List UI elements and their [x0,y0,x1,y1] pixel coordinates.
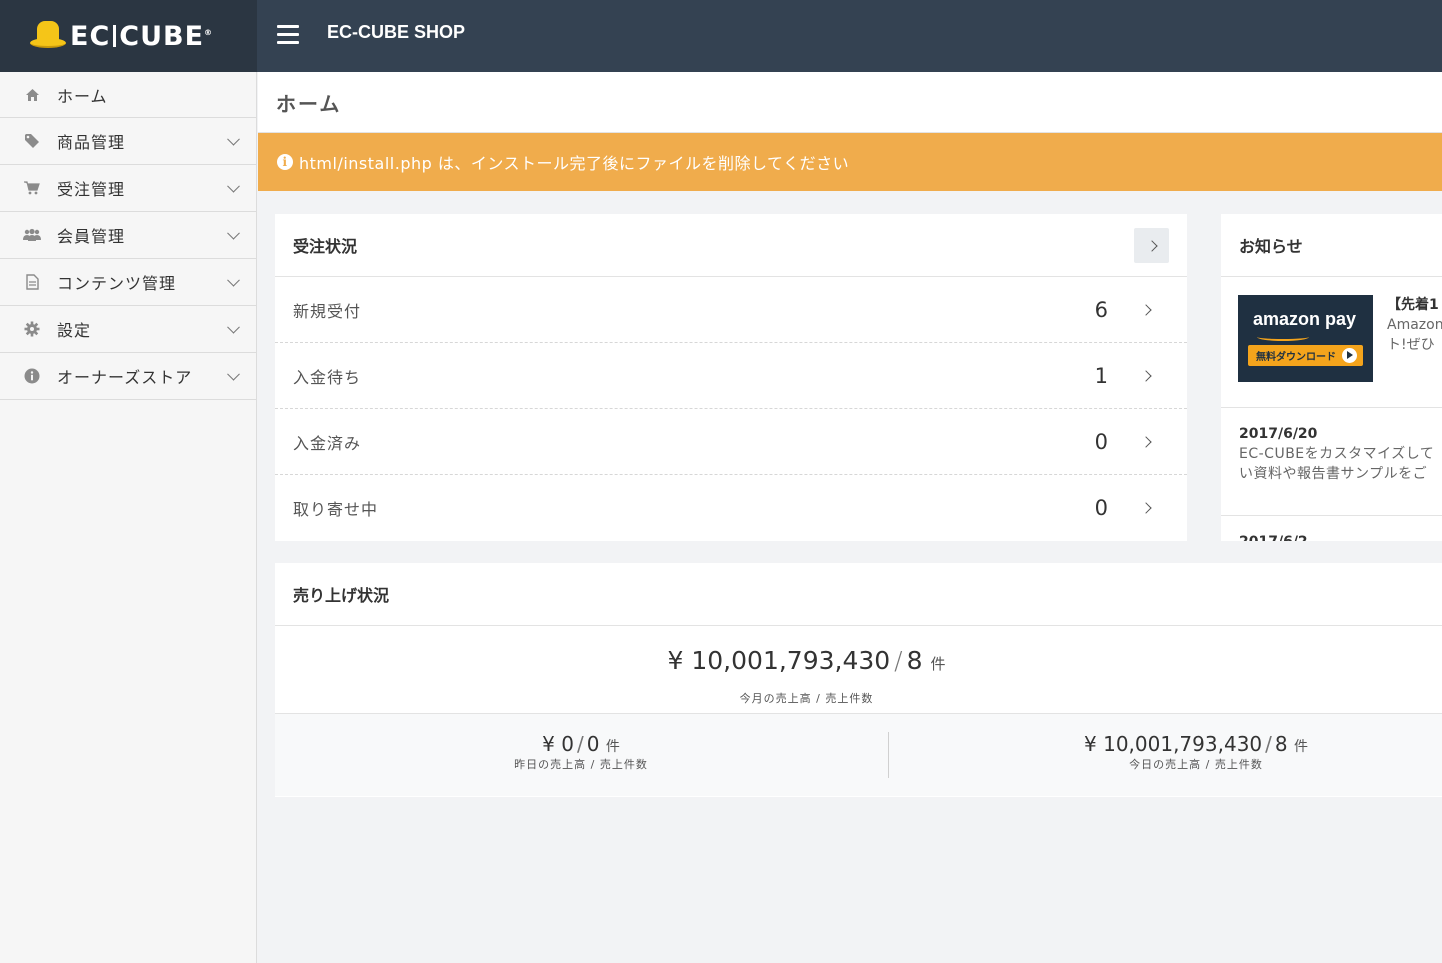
info-icon: i [277,154,293,170]
order-count: 6 [1094,297,1108,322]
amazon-smile-icon [1257,333,1309,341]
chevron-down-icon [227,273,240,287]
logo[interactable]: EC CUBE® [0,0,257,72]
order-status-header: 受注状況 [275,214,1187,277]
gear-icon [23,320,41,338]
chevron-right-icon [1140,502,1152,514]
page-title: ホーム [276,91,342,116]
info-icon [23,367,41,385]
home-icon [23,86,41,104]
logo-hat-icon [30,21,66,51]
cart-icon [23,179,41,197]
users-icon [23,226,41,244]
card-title: お知らせ [1239,237,1303,256]
order-count: 1 [1094,363,1108,388]
chevron-down-icon [227,226,240,240]
file-icon [23,273,41,291]
top-bar: EC CUBE® EC-CUBE SHOP [0,0,1442,72]
order-row-awaiting-payment[interactable]: 入金待ち 1 [275,343,1187,409]
chevron-down-icon [227,367,240,381]
news-card: お知らせ amazon pay 無料ダウンロード 【先着1 Amazon ト!ぜ… [1221,214,1442,541]
news-date: 2017/6/20 [1239,426,1318,442]
news-body: EC-CUBEをカスタマイズして [1239,446,1435,462]
news-banner-text[interactable]: 【先着1 Amazon ト!ぜひ [1387,295,1442,355]
alert-text: html/install.php は、インストール完了後にファイルを削除してくだ… [299,154,850,173]
order-status-card: 受注状況 新規受付 6 入金待ち 1 入金済み 0 取り寄せ中 0 [275,214,1187,541]
sales-today: ¥ 10,001,793,430/8 件 今日の売上高 / 売上件数 [1055,732,1337,772]
order-count: 0 [1094,496,1108,520]
yesterday-sales-label: 昨日の売上高 / 売上件数 [514,758,648,771]
card-title: 受注状況 [293,237,358,256]
yesterday-sales-amount: ¥ 0/0 件 [542,732,620,756]
news-banner[interactable]: amazon pay 無料ダウンロード 【先着1 Amazon ト!ぜひ [1221,277,1442,408]
sidebar-item-settings[interactable]: 設定 [0,306,256,353]
sidebar-item-products[interactable]: 商品管理 [0,118,256,165]
sidebar-item-label: 設定 [57,321,92,340]
tag-icon [23,132,41,150]
order-row-paid[interactable]: 入金済み 0 [275,409,1187,475]
sidebar-item-label: 受注管理 [57,180,126,199]
order-count: 0 [1094,429,1108,454]
sidebar: ホーム 商品管理 受注管理 会員管理 コンテンツ管理 設定 オーナーズストア [0,72,257,963]
sales-yesterday: ¥ 0/0 件 昨日の売上高 / 売上件数 [475,732,687,772]
news-item-date[interactable]: 2017/6/2 [1221,516,1442,541]
month-sales-label: 今月の売上高 / 売上件数 [739,692,874,705]
chevron-right-icon [1145,239,1158,252]
card-title: 売り上げ状況 [293,586,390,605]
chevron-down-icon [227,179,240,193]
order-status-label: 入金済み [293,433,362,453]
news-body: い資料や報告書サンプルをご [1239,466,1428,482]
chevron-right-icon [1140,436,1152,448]
order-row-new[interactable]: 新規受付 6 [275,277,1187,343]
sales-month: ¥ 10,001,793,430/8 件 今月の売上高 / 売上件数 [275,626,1442,714]
order-status-label: 入金待ち [293,367,362,387]
sidebar-item-contents[interactable]: コンテンツ管理 [0,259,256,306]
chevron-right-icon [1140,304,1152,316]
sales-daily: ¥ 0/0 件 昨日の売上高 / 売上件数 ¥ 10,001,793,430/8… [275,714,1442,796]
today-sales-label: 今日の売上高 / 売上件数 [1129,758,1263,771]
order-status-label: 新規受付 [293,301,362,321]
divider [888,732,889,778]
sidebar-item-members[interactable]: 会員管理 [0,212,256,259]
sidebar-item-label: ホーム [57,86,108,106]
install-warning-alert: i html/install.php は、インストール完了後にファイルを削除して… [258,133,1442,191]
order-status-more-button[interactable] [1134,228,1169,263]
chevron-right-icon [1140,370,1152,382]
amazon-pay-banner-image[interactable]: amazon pay 無料ダウンロード [1238,295,1373,382]
chevron-down-icon [227,320,240,334]
order-row-backorder[interactable]: 取り寄せ中 0 [275,475,1187,541]
download-button: 無料ダウンロード [1248,345,1363,366]
logo-text: EC CUBE® [70,20,214,52]
today-sales-amount: ¥ 10,001,793,430/8 件 [1084,732,1308,756]
sidebar-item-orders[interactable]: 受注管理 [0,165,256,212]
sidebar-item-label: コンテンツ管理 [57,274,177,293]
sales-status-header: 売り上げ状況 [275,563,1442,626]
news-header: お知らせ [1221,214,1442,277]
sidebar-item-home[interactable]: ホーム [0,72,256,118]
sidebar-item-label: 会員管理 [57,227,126,246]
play-icon [1342,348,1357,363]
menu-toggle-icon[interactable] [277,25,299,45]
shop-name[interactable]: EC-CUBE SHOP [327,22,465,43]
sidebar-item-label: オーナーズストア [57,368,193,387]
month-sales-amount: ¥ 10,001,793,430/8 件 [667,646,946,675]
page-title-bar: ホーム [258,72,1442,133]
chevron-down-icon [227,132,240,146]
news-item[interactable]: 2017/6/20 EC-CUBEをカスタマイズして い資料や報告書サンプルをご [1221,408,1442,516]
sales-status-card: 売り上げ状況 ¥ 10,001,793,430/8 件 今月の売上高 / 売上件… [275,563,1442,797]
order-status-label: 取り寄せ中 [293,500,379,519]
sidebar-item-label: 商品管理 [57,133,126,152]
sidebar-item-owners-store[interactable]: オーナーズストア [0,353,256,400]
